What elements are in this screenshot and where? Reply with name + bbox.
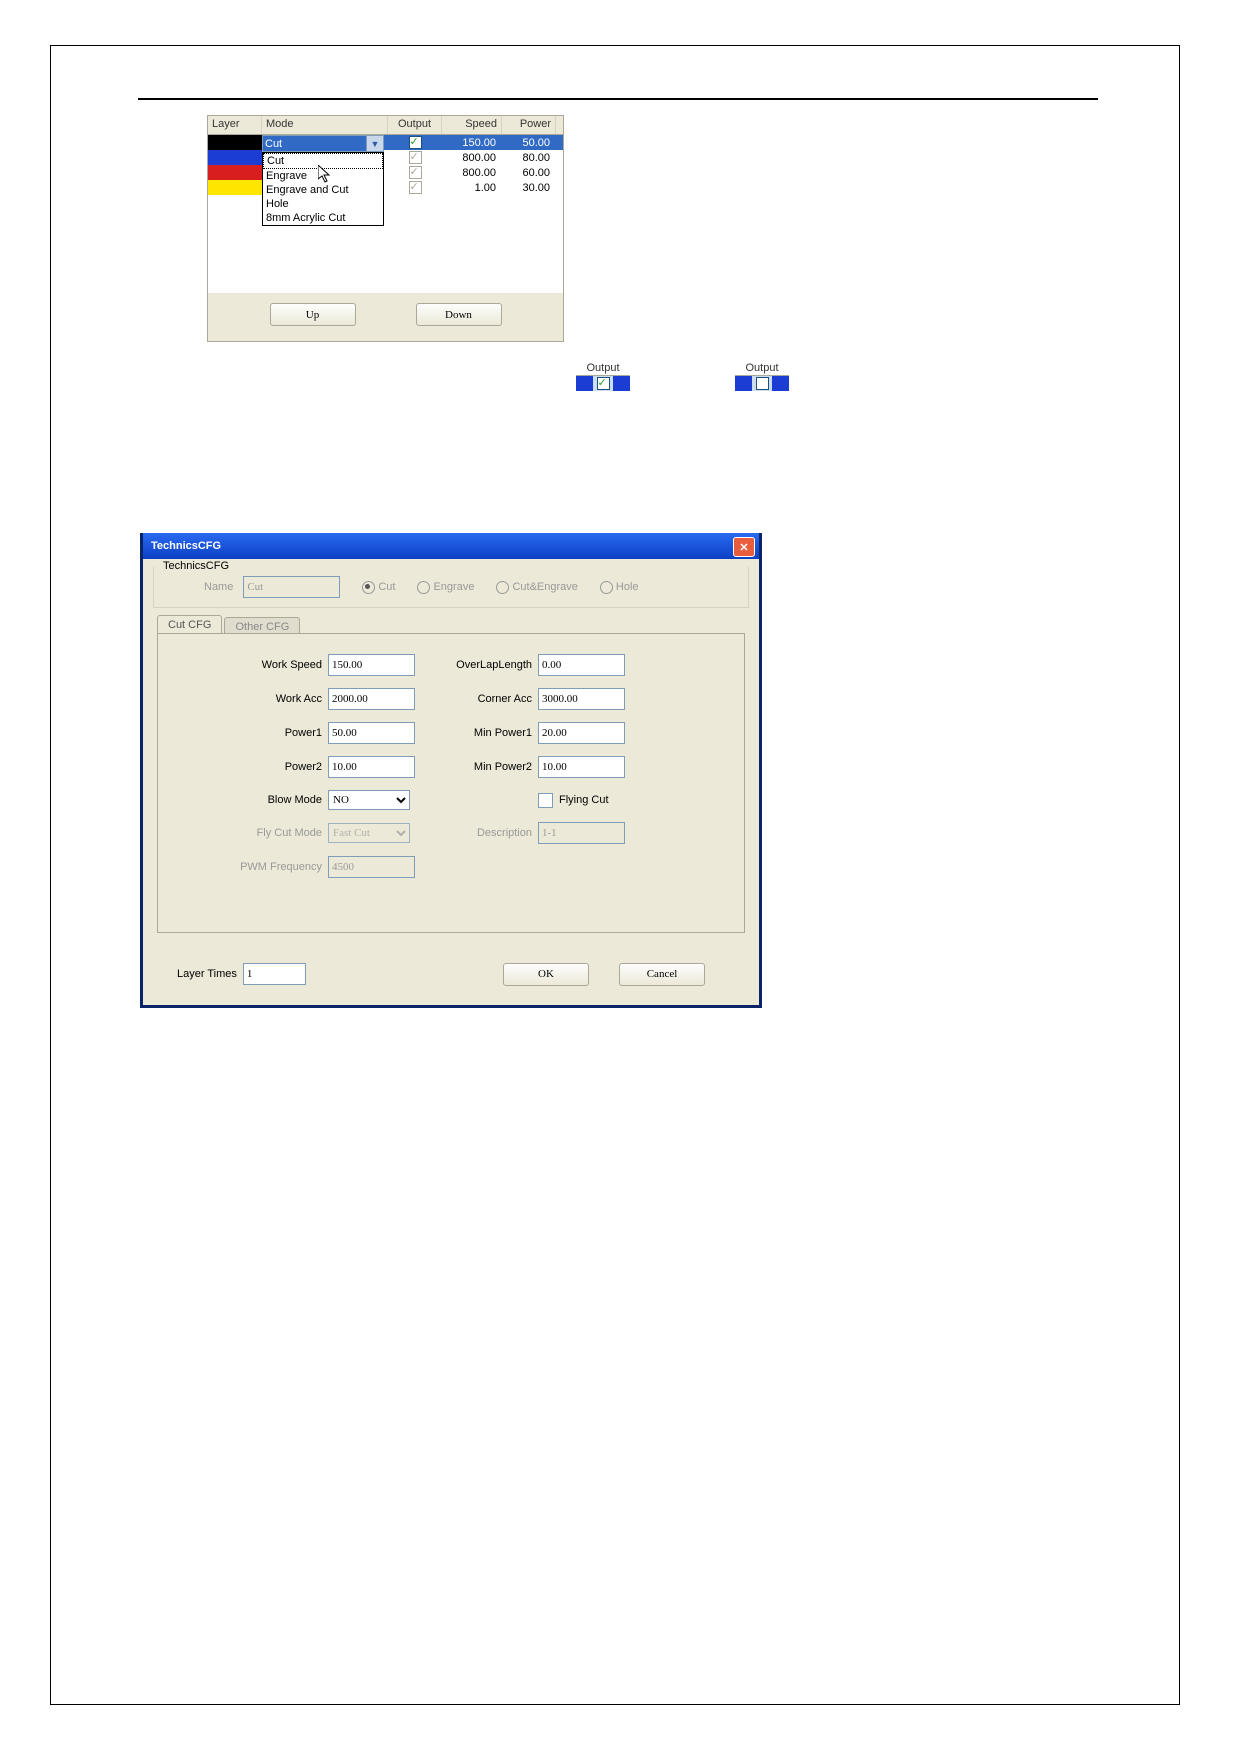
- cell-output[interactable]: [388, 151, 442, 164]
- layer-times-label: Layer Times: [177, 968, 237, 980]
- cell-speed: 800.00: [442, 167, 502, 179]
- pwm-field: [328, 856, 415, 878]
- header-output[interactable]: Output: [388, 116, 442, 134]
- layer-color-swatch[interactable]: [208, 165, 262, 180]
- flying-cut-label: Flying Cut: [559, 794, 609, 806]
- ok-button[interactable]: OK: [503, 963, 589, 986]
- mode-dropdown[interactable]: Cut ▼: [262, 135, 384, 152]
- mouse-cursor-icon: [318, 165, 334, 185]
- header-speed[interactable]: Speed: [442, 116, 502, 134]
- mode-dropdown-list[interactable]: Cut Engrave Engrave and Cut Hole 8mm Acr…: [262, 152, 384, 226]
- mode-dropdown-value: Cut: [263, 138, 282, 150]
- cell-speed: 150.00: [442, 137, 502, 149]
- min-power2-label: Min Power2: [428, 761, 538, 773]
- power1-label: Power1: [168, 727, 328, 739]
- radio-hole[interactable]: Hole: [600, 581, 639, 594]
- blow-mode-select[interactable]: NO: [328, 790, 410, 810]
- blow-mode-label: Blow Mode: [168, 794, 328, 806]
- cell-power: 30.00: [502, 182, 556, 194]
- cell-output[interactable]: [388, 166, 442, 179]
- cell-output[interactable]: [388, 181, 442, 194]
- power1-field[interactable]: [328, 722, 415, 744]
- checkbox-icon[interactable]: [756, 377, 769, 390]
- checkbox-icon[interactable]: [409, 166, 422, 179]
- dialog-title: TechnicsCFG: [151, 540, 221, 552]
- header-layer[interactable]: Layer: [208, 116, 262, 134]
- radio-cut[interactable]: Cut: [362, 581, 395, 594]
- up-button[interactable]: Up: [270, 303, 356, 326]
- layer-color-swatch[interactable]: [208, 180, 262, 195]
- min-power1-field[interactable]: [538, 722, 625, 744]
- min-power1-label: Min Power1: [428, 727, 538, 739]
- overlap-field[interactable]: [538, 654, 625, 676]
- checkbox-icon[interactable]: [597, 377, 610, 390]
- overlap-label: OverLapLength: [428, 659, 538, 671]
- checkbox-icon[interactable]: [409, 151, 422, 164]
- fly-cut-mode-select: Fast Cut: [328, 823, 410, 843]
- groupbox-label: TechnicsCFG: [160, 560, 232, 572]
- top-rule: [138, 98, 1098, 100]
- chevron-down-icon[interactable]: ▼: [366, 136, 383, 151]
- work-acc-field[interactable]: [328, 688, 415, 710]
- radio-cutengrave[interactable]: Cut&Engrave: [496, 581, 577, 594]
- work-speed-label: Work Speed: [168, 659, 328, 671]
- cell-speed: 1.00: [442, 182, 502, 194]
- layer-table-body: 150.00 50.00 800.00 80.00 800.00 60.00 1…: [208, 135, 563, 293]
- work-speed-field[interactable]: [328, 654, 415, 676]
- work-acc-label: Work Acc: [168, 693, 328, 705]
- tab-cut-cfg[interactable]: Cut CFG: [157, 615, 222, 634]
- layer-times-field[interactable]: [243, 963, 306, 985]
- name-label: Name: [204, 581, 233, 593]
- power2-field[interactable]: [328, 756, 415, 778]
- pwm-label: PWM Frequency: [168, 861, 328, 873]
- description-label: Description: [428, 827, 538, 839]
- corner-acc-label: Corner Acc: [428, 693, 538, 705]
- dialog-footer: Layer Times OK Cancel: [157, 957, 745, 991]
- layer-color-swatch[interactable]: [208, 135, 262, 150]
- header-power[interactable]: Power: [502, 116, 556, 134]
- output-snippet-unchecked: Output: [735, 362, 789, 391]
- down-button[interactable]: Down: [416, 303, 502, 326]
- output-label: Output: [576, 362, 630, 376]
- cell-power: 80.00: [502, 152, 556, 164]
- cell-output[interactable]: [388, 136, 442, 149]
- output-snippet-checked: Output: [576, 362, 630, 391]
- technics-cfg-dialog: TechnicsCFG ✕ TechnicsCFG Name Cut Engra…: [140, 533, 762, 1008]
- description-field: [538, 822, 625, 844]
- radio-engrave[interactable]: Engrave: [417, 581, 474, 594]
- dialog-titlebar[interactable]: TechnicsCFG ✕: [143, 533, 759, 559]
- cancel-button[interactable]: Cancel: [619, 963, 705, 986]
- layer-table-header: Layer Mode Output Speed Power: [208, 116, 563, 135]
- cell-power: 60.00: [502, 167, 556, 179]
- cell-speed: 800.00: [442, 152, 502, 164]
- output-label: Output: [735, 362, 789, 376]
- layer-panel: Layer Mode Output Speed Power 150.00 50.…: [207, 115, 564, 342]
- fly-cut-mode-label: Fly Cut Mode: [168, 827, 328, 839]
- dropdown-option[interactable]: Hole: [263, 197, 383, 211]
- corner-acc-field[interactable]: [538, 688, 625, 710]
- power2-label: Power2: [168, 761, 328, 773]
- tab-body: Work Speed OverLapLength Work Acc Corner…: [157, 633, 745, 933]
- cell-power: 50.00: [502, 137, 556, 149]
- layer-color-swatch[interactable]: [208, 150, 262, 165]
- checkbox-icon[interactable]: [409, 181, 422, 194]
- name-field[interactable]: [243, 576, 340, 598]
- flying-cut-checkbox[interactable]: [538, 793, 553, 808]
- min-power2-field[interactable]: [538, 756, 625, 778]
- close-icon[interactable]: ✕: [733, 537, 755, 557]
- dropdown-option[interactable]: Engrave and Cut: [263, 183, 383, 197]
- technics-groupbox: TechnicsCFG Name Cut Engrave Cut&Engrave…: [153, 567, 749, 608]
- dropdown-option[interactable]: 8mm Acrylic Cut: [263, 211, 383, 225]
- checkbox-icon[interactable]: [409, 136, 422, 149]
- header-mode[interactable]: Mode: [262, 116, 388, 134]
